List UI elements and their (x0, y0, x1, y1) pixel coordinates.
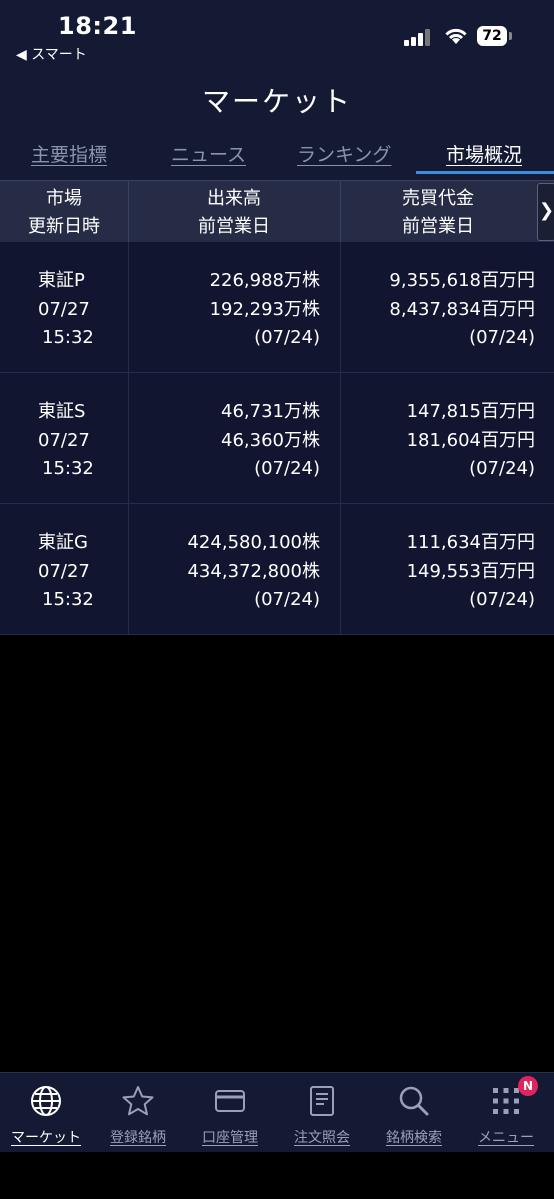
tab-market-overview[interactable]: 市場概況 (446, 140, 522, 167)
signal-icon (404, 28, 434, 46)
update-time: 15:32 (42, 589, 94, 610)
trading-value-prev: 149,553百万円 (406, 560, 535, 582)
bottom-tab-bar: マーケット 登録銘柄 口座管理 注文照会 銘柄検索 メニュー (0, 1072, 554, 1153)
tabbar-watchlist[interactable]: 登録銘柄 (92, 1073, 184, 1153)
trading-value-cell: 111,634百万円 149,553百万円 (07/24) (342, 529, 535, 615)
card-icon (215, 1090, 245, 1112)
trading-value: 9,355,618百万円 (389, 270, 535, 291)
update-date: 07/27 (38, 560, 90, 582)
volume-prev-date: (07/24) (254, 458, 320, 479)
volume-prev-value: 46,360万株 (221, 429, 320, 451)
active-tab-indicator (416, 171, 554, 174)
header-trading-value-prev-label: 前営業日 (402, 216, 474, 237)
trading-value-prev-date: (07/24) (469, 589, 535, 610)
volume-prev-value: 434,372,800株 (187, 560, 320, 582)
table-row: 東証S 07/27 15:32 46,731万株 46,360万株 (07/24… (0, 373, 554, 504)
grid-menu-icon (493, 1088, 519, 1114)
column-divider (128, 373, 129, 503)
trading-value-prev: 8,437,834百万円 (389, 298, 535, 320)
tabbar-menu[interactable]: メニュー (460, 1073, 552, 1153)
document-icon (310, 1086, 334, 1116)
header-market-label: 市場 (46, 188, 82, 209)
page-title: マーケット (201, 85, 352, 118)
volume-value: 226,988万株 (209, 270, 320, 291)
column-divider (128, 242, 129, 372)
volume-prev-date: (07/24) (254, 589, 320, 610)
scroll-right-button[interactable]: ❯ (537, 183, 554, 241)
volume-value: 46,731万株 (221, 401, 320, 422)
column-divider (128, 504, 129, 634)
tab-major-indices[interactable]: 主要指標 (31, 140, 107, 167)
volume-cell: 424,580,100株 434,372,800株 (07/24) (130, 529, 320, 615)
tabbar-search-label: 銘柄検索 (386, 1130, 442, 1146)
trading-value-cell: 9,355,618百万円 8,437,834百万円 (07/24) (342, 267, 535, 353)
column-divider (340, 242, 341, 372)
market-name: 東証P (38, 270, 85, 291)
table-header: 市場 更新日時 出来高 前営業日 売買代金 前営業日 (0, 180, 554, 243)
header-volume: 出来高 前営業日 (128, 185, 340, 241)
trading-value: 111,634百万円 (406, 532, 535, 553)
trading-value-prev-date: (07/24) (469, 327, 535, 348)
update-date: 07/27 (38, 298, 90, 320)
tabbar-search[interactable]: 銘柄検索 (368, 1073, 460, 1153)
header-market: 市場 更新日時 (0, 185, 128, 241)
market-cell: 東証S 07/27 15:32 (38, 398, 118, 484)
back-to-app-link[interactable]: ◀ スマート (16, 44, 87, 64)
notification-badge: N (518, 1076, 538, 1096)
column-divider (340, 504, 341, 634)
market-cell: 東証P 07/27 15:32 (38, 267, 118, 353)
table-row: 東証G 07/27 15:32 424,580,100株 434,372,800… (0, 504, 554, 635)
trading-value: 147,815百万円 (406, 401, 535, 422)
volume-cell: 226,988万株 192,293万株 (07/24) (130, 267, 320, 353)
tabbar-account-label: 口座管理 (202, 1130, 258, 1146)
trading-value-prev: 181,604百万円 (406, 429, 535, 451)
tabbar-orders-label: 注文照会 (294, 1130, 350, 1146)
tabbar-market[interactable]: マーケット (0, 1073, 92, 1153)
header-trading-value-label: 売買代金 (402, 188, 474, 209)
wifi-icon (445, 28, 467, 44)
battery-icon: 72 (477, 26, 507, 46)
header-trading-value: 売買代金 前営業日 (340, 185, 536, 241)
tabbar-menu-label: メニュー (478, 1130, 534, 1146)
globe-icon (31, 1086, 61, 1116)
market-cell: 東証G 07/27 15:32 (38, 529, 118, 615)
header-volume-label: 出来高 (207, 188, 261, 209)
status-time: 18:21 (58, 12, 137, 40)
trading-value-prev-date: (07/24) (469, 458, 535, 479)
table-row: 東証P 07/27 15:32 226,988万株 192,293万株 (07/… (0, 242, 554, 373)
update-time: 15:32 (42, 327, 94, 348)
market-name: 東証S (38, 401, 86, 422)
header-volume-prev-label: 前営業日 (198, 216, 270, 237)
tabbar-orders[interactable]: 注文照会 (276, 1073, 368, 1153)
update-date: 07/27 (38, 429, 90, 451)
tabbar-watchlist-label: 登録銘柄 (110, 1130, 166, 1146)
market-name: 東証G (38, 532, 88, 553)
update-time: 15:32 (42, 458, 94, 479)
home-indicator-area (0, 1152, 554, 1199)
volume-prev-value: 192,293万株 (209, 298, 320, 320)
battery-tip (509, 32, 512, 40)
column-divider (340, 373, 341, 503)
trading-value-cell: 147,815百万円 181,604百万円 (07/24) (342, 398, 535, 484)
volume-cell: 46,731万株 46,360万株 (07/24) (130, 398, 320, 484)
volume-value: 424,580,100株 (187, 532, 320, 553)
tabbar-account[interactable]: 口座管理 (184, 1073, 276, 1153)
tab-news[interactable]: ニュース (171, 140, 246, 167)
tab-ranking[interactable]: ランキング (297, 140, 391, 167)
search-icon (399, 1086, 429, 1116)
header-updated-label: 更新日時 (28, 216, 100, 237)
star-icon (122, 1086, 154, 1116)
tabbar-market-label: マーケット (11, 1130, 81, 1146)
volume-prev-date: (07/24) (254, 327, 320, 348)
